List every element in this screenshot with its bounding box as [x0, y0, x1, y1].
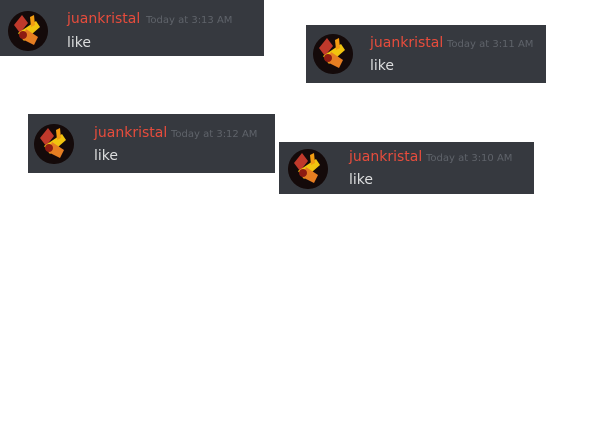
timestamp: Today at 3:13 AM [146, 15, 233, 26]
message-content: like [370, 58, 395, 74]
message-card[interactable]: juankristal Today at 3:11 AM like [306, 25, 546, 83]
message-content: like [94, 148, 119, 164]
user-avatar-icon[interactable] [313, 34, 353, 74]
message-content: like [67, 35, 92, 51]
username[interactable]: juankristal [94, 125, 167, 141]
message-card[interactable]: juankristal Today at 3:12 AM like [28, 114, 275, 173]
user-avatar-icon[interactable] [8, 11, 48, 51]
message-content: like [349, 172, 374, 188]
user-avatar-icon[interactable] [34, 124, 74, 164]
username[interactable]: juankristal [349, 149, 422, 165]
message-card[interactable]: juankristal Today at 3:13 AM like [0, 0, 264, 56]
username[interactable]: juankristal [370, 35, 443, 51]
timestamp: Today at 3:12 AM [171, 129, 258, 140]
username[interactable]: juankristal [67, 11, 140, 27]
message-card[interactable]: juankristal Today at 3:10 AM like [279, 142, 534, 194]
timestamp: Today at 3:11 AM [447, 39, 534, 50]
timestamp: Today at 3:10 AM [426, 153, 513, 164]
user-avatar-icon[interactable] [288, 149, 328, 189]
